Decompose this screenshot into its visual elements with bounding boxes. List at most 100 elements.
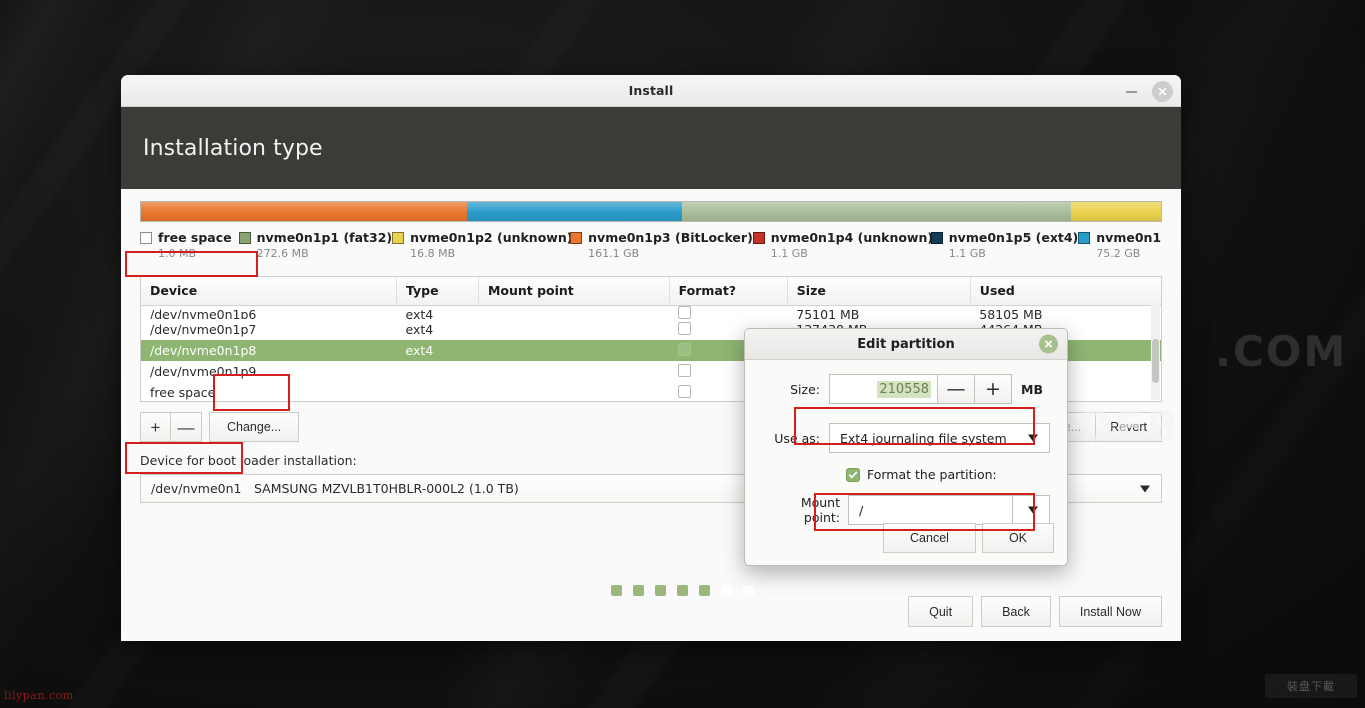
legend-swatch [238, 231, 251, 244]
table-cell [478, 319, 669, 340]
use-as-select[interactable]: Ext4 journaling file system [829, 423, 1050, 453]
dialog-body: Size: 210558 — + MB Use as: Ext4 journal… [745, 360, 1067, 531]
format-checkbox[interactable] [678, 321, 692, 335]
window-titlebar: Install [121, 75, 1181, 107]
progress-dot [699, 585, 710, 596]
partition-bar-wrapper [140, 189, 1162, 222]
size-decrement-button[interactable]: — [938, 374, 975, 404]
format-checkbox[interactable] [678, 363, 692, 377]
add-partition-button[interactable]: + [140, 412, 171, 442]
progress-dots [0, 585, 1365, 596]
legend-label: nvme0n1p2 (unknown) [410, 230, 573, 245]
bootloader-device-description: SAMSUNG MZVLB1T0HBLR-000L2 (1.0 TB) [254, 481, 519, 496]
size-value: 210558 [877, 380, 931, 398]
legend-size: 161.1 GB [588, 247, 640, 260]
table-column-header[interactable]: Mount point [478, 277, 670, 306]
back-button[interactable]: Back [981, 596, 1051, 627]
dialog-ok-button[interactable]: OK [981, 523, 1054, 553]
bootloader-device-name: /dev/nvme0n1 [151, 481, 242, 496]
legend-label: nvme0n1p5 (ext4) [948, 230, 1079, 245]
format-checkbox[interactable] [678, 306, 692, 319]
size-input[interactable]: 210558 [829, 374, 938, 404]
legend-label: nvme0n1p1 (fat32) [256, 230, 393, 245]
table-cell [478, 306, 669, 320]
mount-point-label: Mount point: [800, 495, 840, 525]
legend-swatch [570, 231, 583, 244]
chevron-down-icon [1140, 485, 1150, 492]
remove-partition-button[interactable]: — [171, 412, 202, 442]
partition-bar-segment [141, 202, 468, 221]
legend-swatch [140, 231, 152, 244]
legend-size: 1.1 GB [948, 247, 986, 260]
format-partition-label: Format the partition: [867, 467, 997, 482]
use-as-value: Ext4 journaling file system [840, 430, 1007, 446]
legend-swatch [1078, 231, 1091, 244]
installer-window: Install Installation type free space 1.0 … [121, 75, 1181, 641]
legend-size: 75.2 GB [1096, 247, 1141, 260]
legend-swatch [392, 231, 405, 244]
legend-item: nvme0n1p4 (unknown) 1.1 GB [752, 230, 933, 268]
quit-button[interactable]: Quit [908, 596, 974, 627]
table-column-header[interactable]: Format? [669, 277, 788, 306]
legend-item: nvme0n1p3 (BitLocker) 161.1 GB [570, 230, 753, 268]
table-column-header[interactable]: Used [970, 277, 1161, 306]
revert-button[interactable]: Revert [1095, 412, 1162, 442]
table-column-header[interactable]: Device [141, 277, 397, 306]
dialog-titlebar: Edit partition [745, 329, 1067, 360]
size-row: Size: 210558 — + MB [762, 374, 1050, 404]
legend-item: nvme0n1 75.2 GB [1078, 230, 1162, 268]
table-header-row: Device Type Mount point Format? Size Used [141, 277, 1161, 306]
mount-point-value: / [859, 502, 864, 518]
size-increment-button[interactable]: + [975, 374, 1012, 404]
dialog-title: Edit partition [857, 336, 955, 352]
chevron-down-icon [1028, 506, 1038, 514]
legend-size: 16.8 MB [410, 247, 456, 260]
table-scrollbar-thumb[interactable] [1152, 339, 1159, 383]
partition-bar-segment [1071, 202, 1161, 221]
dialog-cancel-button[interactable]: Cancel [883, 523, 976, 553]
table-cell: /dev/nvme0n1p7 [150, 322, 257, 337]
use-as-row: Use as: Ext4 journaling file system [762, 423, 1050, 453]
table-cell: ext4 [396, 340, 479, 361]
format-checkbox[interactable] [678, 342, 692, 356]
progress-dot [655, 585, 666, 596]
partition-bar-segment [681, 202, 1072, 221]
table-cell: /dev/nvme0n1p9 [150, 364, 257, 379]
progress-dot [721, 585, 732, 596]
mount-point-input[interactable]: / [848, 495, 1012, 525]
progress-dot [677, 585, 688, 596]
dialog-close-icon[interactable] [1039, 334, 1058, 354]
edit-partition-dialog: Edit partition Size: 210558 — + MB Use a… [744, 328, 1068, 566]
watermark-corner-left: lilypan.com [4, 689, 74, 702]
table-column-header[interactable]: Type [396, 277, 479, 306]
format-partition-row: Format the partition: [762, 467, 1050, 482]
table-row[interactable]: /dev/nvme0n1p6 ext4 75101 MB 58105 MB [141, 306, 1161, 320]
legend-label: free space [158, 230, 232, 245]
format-partition-checkbox[interactable] [846, 467, 860, 482]
partition-usage-bar [140, 201, 1162, 222]
table-cell: /dev/nvme0n1p6 [150, 307, 257, 319]
table-cell [478, 382, 669, 401]
dialog-footer: Cancel OK [883, 523, 1054, 553]
legend-label: nvme0n1p3 (BitLocker) [588, 230, 753, 245]
mount-point-dropdown-button[interactable] [1012, 495, 1050, 525]
legend-swatch [930, 231, 943, 244]
table-cell [478, 361, 669, 382]
chevron-down-icon [1028, 434, 1038, 442]
format-checkbox[interactable] [678, 384, 692, 398]
minimize-icon[interactable] [1124, 83, 1140, 99]
size-unit-label: MB [1021, 381, 1043, 397]
legend-item: free space 1.0 MB [140, 230, 239, 268]
progress-dot [743, 585, 754, 596]
change-partition-button[interactable]: Change... [209, 412, 300, 442]
legend-swatch [752, 231, 765, 244]
table-scrollbar[interactable] [1151, 305, 1160, 400]
table-column-header[interactable]: Size [787, 277, 971, 306]
page-title: Installation type [143, 135, 323, 161]
legend-label: nvme0n1 [1096, 230, 1162, 245]
close-icon[interactable] [1152, 80, 1173, 102]
install-now-button[interactable]: Install Now [1058, 596, 1162, 627]
mount-point-row: Mount point: / [762, 495, 1050, 525]
window-controls [1124, 75, 1173, 107]
partition-legend: free space 1.0 MB nvme0n1p1 (fat32) 272.6 M… [140, 230, 1162, 268]
